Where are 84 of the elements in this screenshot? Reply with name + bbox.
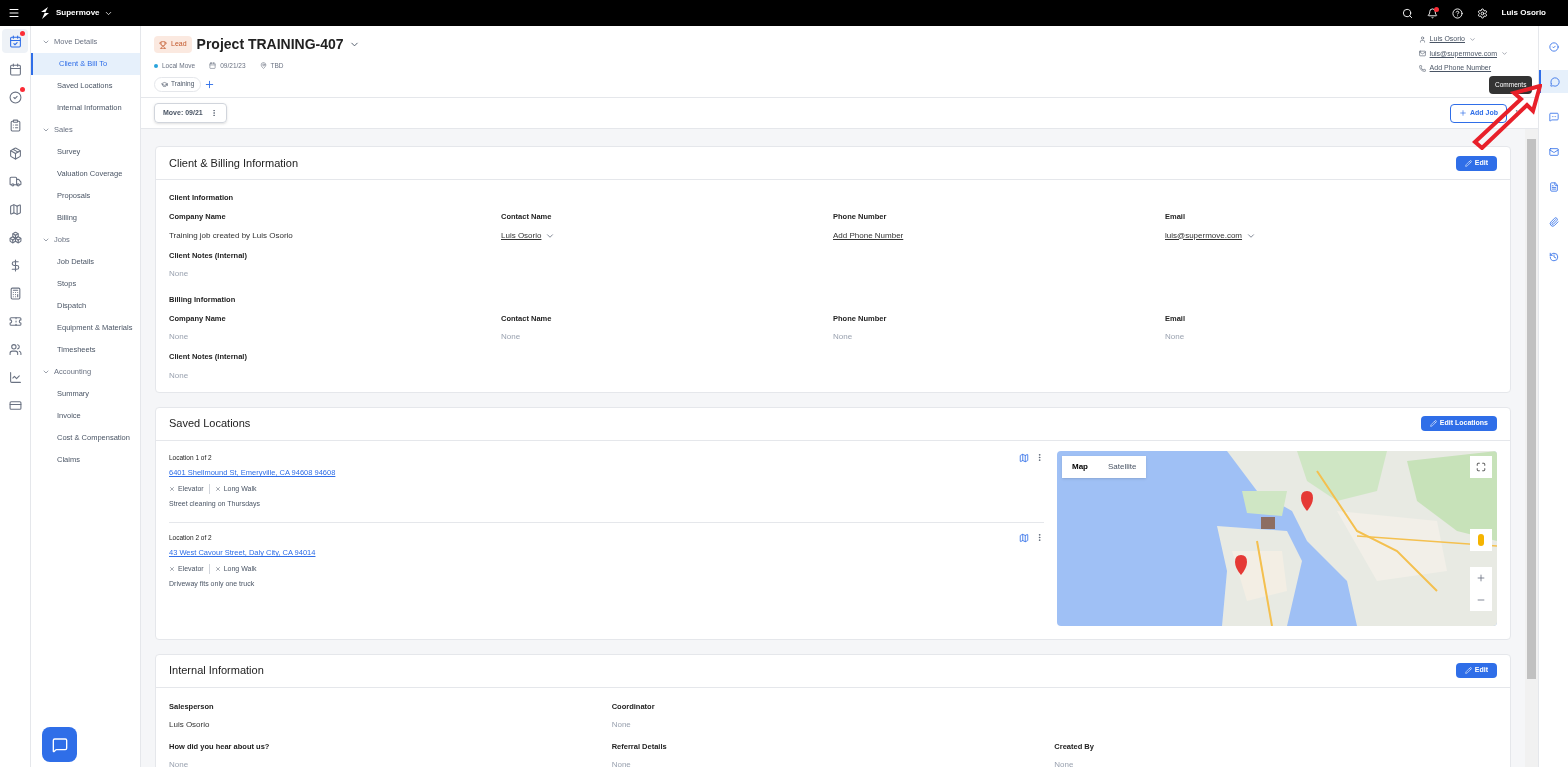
more-icon[interactable]: [1035, 452, 1044, 462]
field-value: None: [611, 759, 632, 767]
more-icon[interactable]: [1035, 532, 1044, 542]
chevron-icon: [42, 368, 50, 376]
map-view[interactable]: Map Satellite: [1057, 450, 1497, 626]
fullscreen-icon: [1476, 461, 1486, 472]
panel-button[interactable]: [1539, 70, 1568, 93]
phone-icon: [1418, 64, 1426, 72]
x-icon: [214, 565, 221, 572]
field-value: None: [1165, 331, 1186, 344]
comment-icon: [1549, 76, 1560, 87]
cap-icon: [161, 80, 168, 88]
boxes-icon: [8, 230, 22, 244]
field-value: None: [1054, 759, 1075, 767]
add-tag-icon[interactable]: [204, 78, 216, 90]
bell-icon[interactable]: [1426, 7, 1438, 19]
field-value: None: [833, 331, 854, 344]
chevron-icon: [42, 38, 50, 46]
chat-button[interactable]: [42, 727, 77, 762]
pencil-icon: [1464, 667, 1472, 674]
calculator-icon: [8, 286, 22, 300]
map-icon[interactable]: [1019, 532, 1029, 543]
card-title: Saved Locations: [169, 416, 251, 432]
search-icon[interactable]: [1401, 7, 1413, 19]
figure-icon: [1478, 533, 1484, 546]
user-name[interactable]: Luis Osorio: [1501, 7, 1546, 19]
map-type-tab[interactable]: Satellite: [1098, 455, 1147, 478]
field-value: Luis Osorio: [169, 718, 211, 731]
calendar-check-icon: [8, 34, 22, 48]
rail-button[interactable]: [2, 29, 28, 53]
card-title: Client & Billing Information: [169, 155, 298, 171]
pencil-icon: [1464, 159, 1472, 167]
users-icon: [8, 342, 22, 356]
card-icon: [8, 398, 22, 412]
help-icon[interactable]: [1451, 7, 1463, 19]
check-circle-icon: [1548, 41, 1559, 52]
ticket-icon: [8, 314, 22, 328]
map-icon[interactable]: [1019, 452, 1029, 463]
field-link[interactable]: luis@supermove.com: [1165, 229, 1243, 242]
field-value: None: [169, 331, 190, 344]
x-icon: [214, 485, 221, 492]
paperclip-icon: [1548, 216, 1559, 227]
annotation-arrow: [1472, 84, 1542, 150]
chat-icon: [51, 736, 68, 753]
project-title: Project TRAINING-407: [196, 35, 344, 54]
pin-icon: [259, 62, 267, 70]
field-value: Training job created by Luis Osorio: [169, 229, 294, 242]
file-icon: [1548, 181, 1559, 192]
chevron-icon: [42, 236, 50, 244]
mail-icon: [1418, 50, 1426, 58]
clipboard-icon: [8, 118, 22, 132]
chevron-icon: [42, 126, 50, 134]
chat-icon: [1548, 111, 1559, 122]
check-circle-icon: [8, 90, 22, 104]
field-link[interactable]: Add Phone Number: [833, 229, 904, 242]
settings-icon[interactable]: [1476, 7, 1488, 19]
user-icon: [1418, 35, 1426, 43]
mail-icon: [1548, 146, 1559, 157]
field-value: None: [501, 331, 522, 344]
x-icon: [169, 565, 175, 572]
map-icon: [8, 202, 22, 216]
map-type-tab[interactable]: Map: [1062, 455, 1098, 478]
chart-icon: [8, 370, 22, 384]
card-title: Internal Information: [169, 663, 264, 679]
package-icon: [8, 146, 22, 160]
trophy-icon: [159, 40, 167, 49]
pencil-icon: [1429, 420, 1437, 427]
zoom-in-icon[interactable]: [1476, 572, 1486, 583]
history-icon: [1548, 251, 1559, 262]
field-value: None: [611, 718, 632, 731]
truck-icon: [8, 174, 22, 188]
calendar-icon: [8, 62, 22, 76]
logo-icon: [40, 7, 50, 19]
brand-name[interactable]: Supermove: [56, 7, 100, 19]
scrollbar[interactable]: [1525, 129, 1538, 767]
plus-icon: [1459, 109, 1467, 117]
field-value: None: [169, 267, 190, 280]
menu-icon[interactable]: [8, 7, 20, 19]
fullscreen-button[interactable]: [1470, 455, 1492, 478]
field-value: None: [169, 759, 190, 767]
field-link[interactable]: Luis Osorio: [501, 229, 542, 242]
x-icon: [169, 485, 175, 492]
field-value: None: [169, 369, 190, 382]
calendar-icon: [209, 62, 217, 70]
